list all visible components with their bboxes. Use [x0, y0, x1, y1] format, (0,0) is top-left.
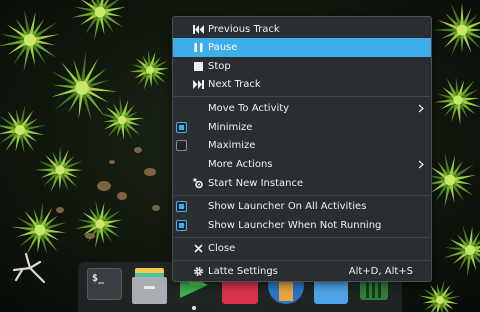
menu-item-maximize[interactable]: Maximize — [173, 136, 431, 155]
new-instance-icon — [193, 178, 203, 189]
maximize-checkbox[interactable] — [176, 140, 187, 151]
terminal-prompt: $_ — [92, 273, 105, 284]
menu-item-label: Move To Activity — [208, 103, 290, 114]
active-indicator — [192, 306, 196, 310]
launcher-all-activities-checkbox[interactable] — [176, 201, 187, 212]
menu-item-label: Start New Instance — [208, 178, 304, 189]
menu-item-label: Maximize — [208, 140, 256, 151]
menu-item-start-new-instance[interactable]: Start New Instance — [173, 174, 431, 193]
menu-separator — [174, 260, 430, 261]
menu-separator — [174, 195, 430, 196]
pause-icon — [194, 43, 203, 52]
skip-previous-icon — [193, 25, 204, 34]
minimize-checkbox[interactable] — [176, 122, 187, 133]
menu-item-more-actions[interactable]: More Actions — [173, 155, 431, 174]
menu-separator — [174, 96, 430, 97]
gear-icon — [193, 266, 204, 277]
chevron-right-icon — [418, 160, 424, 169]
menu-item-label: Stop — [208, 61, 231, 72]
keyboard-shortcut: Alt+D, Alt+S — [348, 266, 413, 277]
menu-item-pause[interactable]: Pause — [173, 38, 431, 57]
menu-item-label: Previous Track — [208, 24, 280, 35]
menu-item-show-launcher-all-activities[interactable]: Show Launcher On All Activities — [173, 197, 431, 216]
menu-item-label: Show Launcher On All Activities — [208, 201, 367, 212]
menu-item-close[interactable]: Close — [173, 239, 431, 258]
terminal-icon[interactable]: $_ — [87, 268, 122, 300]
menu-item-latte-settings[interactable]: Latte Settings Alt+D, Alt+S — [173, 262, 431, 281]
close-icon — [194, 244, 203, 253]
task-context-menu: Previous Track Pause Stop Next Track Mov… — [172, 16, 432, 282]
menu-item-show-launcher-not-running[interactable]: Show Launcher When Not Running — [173, 216, 431, 235]
file-manager-icon[interactable] — [132, 268, 167, 304]
menu-item-previous-track[interactable]: Previous Track — [173, 20, 431, 39]
menu-item-label: Close — [208, 243, 236, 254]
menu-item-minimize[interactable]: Minimize — [173, 118, 431, 137]
menu-separator — [174, 237, 430, 238]
menu-item-label: Show Launcher When Not Running — [208, 220, 382, 231]
chevron-right-icon — [418, 104, 424, 113]
menu-item-label: Minimize — [208, 122, 253, 133]
menu-item-stop[interactable]: Stop — [173, 57, 431, 76]
menu-item-next-track[interactable]: Next Track — [173, 75, 431, 94]
stop-icon — [194, 62, 203, 71]
menu-item-label: Next Track — [208, 79, 261, 90]
launcher-not-running-checkbox[interactable] — [176, 220, 187, 231]
skip-next-icon — [193, 80, 204, 89]
menu-item-label: Latte Settings — [208, 266, 278, 277]
menu-item-move-to-activity[interactable]: Move To Activity — [173, 99, 431, 118]
menu-item-label: Pause — [208, 42, 238, 53]
menu-item-label: More Actions — [208, 159, 273, 170]
